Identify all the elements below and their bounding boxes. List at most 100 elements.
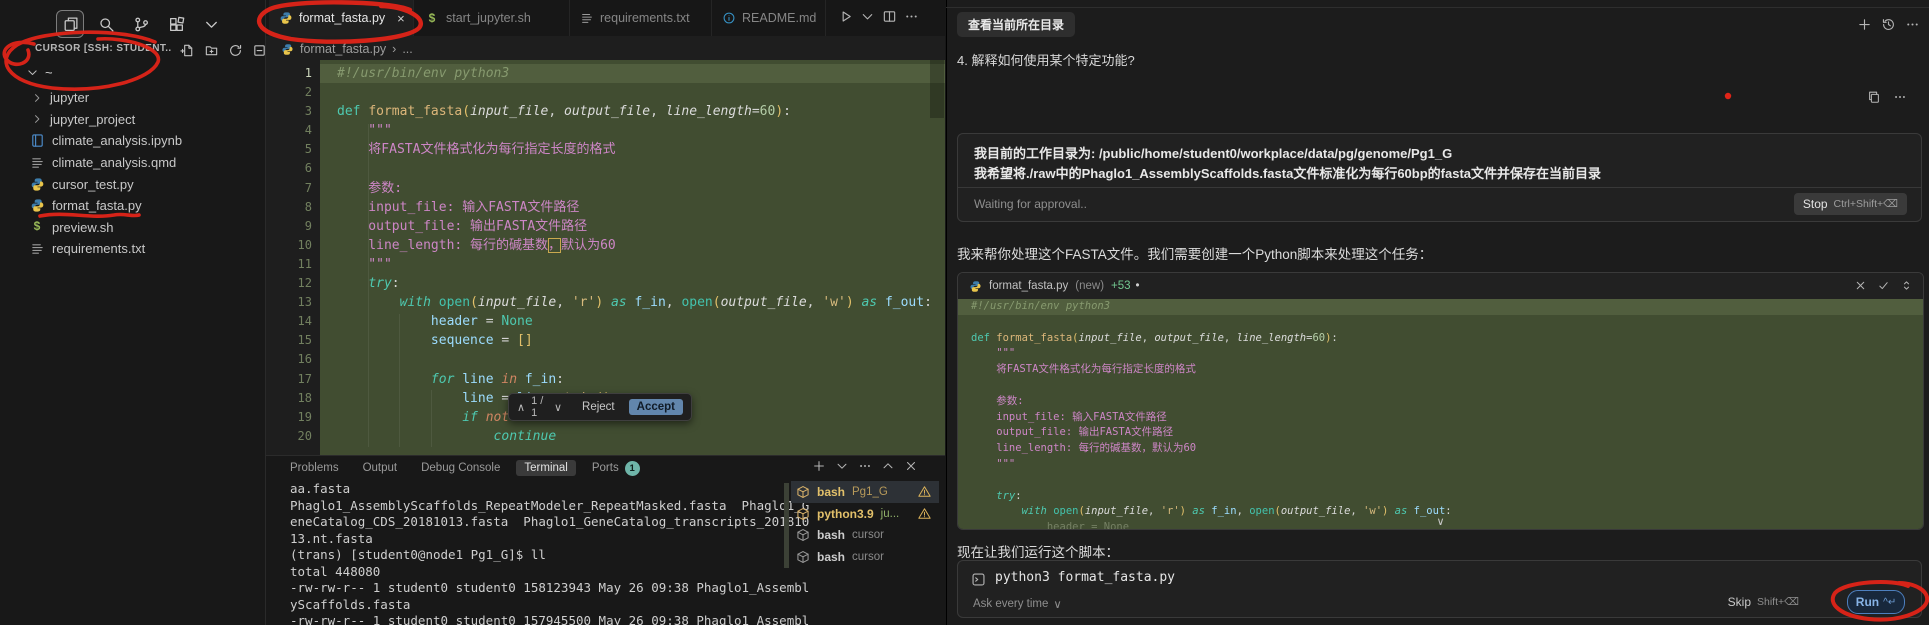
terminal-scrollbar[interactable] <box>784 483 789 568</box>
notebook-icon <box>29 133 45 149</box>
code-line: 将FASTA文件格式化为每行指定长度的格式 <box>971 362 1452 378</box>
chevron-down-icon[interactable] <box>198 11 224 37</box>
terminal-session-bash[interactable]: bashcursor <box>791 546 939 568</box>
close-icon[interactable]: × <box>397 11 405 26</box>
sidebar-item-climate_analysis.qmd[interactable]: climate_analysis.qmd <box>0 152 265 174</box>
sidebar-item-jupyter[interactable]: jupyter <box>0 87 265 109</box>
diff-nav-down-icon[interactable]: ∨ <box>554 401 562 414</box>
chevron-up-icon[interactable] <box>881 459 895 473</box>
session-name: bash <box>817 528 845 542</box>
diff-nav-up-icon[interactable]: ∧ <box>517 401 525 414</box>
ask-every-time-dropdown[interactable]: Ask every time ∨ <box>973 597 1062 611</box>
code-line: line_length: 每行的碱基数，默认为60 <box>971 441 1452 457</box>
editor-code[interactable]: #!/usr/bin/env python3def format_fasta(i… <box>337 64 932 446</box>
new-folder-icon[interactable] <box>203 42 219 58</box>
updown-icon[interactable] <box>1900 279 1913 292</box>
code-line: #!/usr/bin/env python3 <box>337 64 932 83</box>
check-icon[interactable] <box>1877 279 1890 292</box>
inline-diff-popup: ∧ 1 / 1 ∨ Reject Accept <box>508 393 692 421</box>
tab-label: start_jupyter.sh <box>446 11 531 25</box>
breadcrumb-more: ... <box>402 42 412 56</box>
source-control-icon[interactable] <box>128 11 154 37</box>
assistant-intro-text: 我来帮你处理这个FASTA文件。我们需要创建一个Python脚本来处理这个任务： <box>957 243 1432 263</box>
code-line <box>971 378 1452 394</box>
command-box: python3 format_fasta.py Ask every time ∨… <box>957 560 1922 618</box>
code-card-collapse-icon[interactable]: ∨ <box>1436 515 1444 528</box>
plus-icon[interactable] <box>812 459 826 473</box>
session-name: bash <box>817 485 845 499</box>
search-icon[interactable] <box>93 11 119 37</box>
code-line: sequence = [] <box>337 331 932 350</box>
line-number: 19 <box>265 408 312 427</box>
line-number: 4 <box>265 121 312 140</box>
copy-icon[interactable] <box>1867 90 1881 104</box>
sidebar-item-format_fasta.py[interactable]: format_fasta.py <box>0 195 265 217</box>
more-icon[interactable] <box>1905 17 1920 32</box>
close-icon[interactable] <box>1854 279 1867 292</box>
file-label: format_fasta.py <box>52 198 142 213</box>
files-icon[interactable] <box>56 10 84 38</box>
panel-tab-Debug Console[interactable]: Debug Console <box>421 462 500 474</box>
accept-button[interactable]: Accept <box>629 399 683 415</box>
terminal-cube-icon <box>796 528 810 542</box>
chevron-down-icon[interactable] <box>860 9 875 24</box>
close-icon[interactable] <box>904 459 918 473</box>
new-file-icon[interactable] <box>179 42 195 58</box>
code-line <box>337 350 932 369</box>
sidebar-item-climate_analysis.ipynb[interactable]: climate_analysis.ipynb <box>0 130 265 152</box>
file-label: jupyter_project <box>50 112 135 127</box>
more-icon[interactable] <box>1893 90 1907 104</box>
extensions-icon[interactable] <box>163 11 189 37</box>
tab-label: README.md <box>742 11 816 25</box>
reject-button[interactable]: Reject <box>582 401 615 413</box>
refresh-icon[interactable] <box>227 42 243 58</box>
explorer-root-label: ~ <box>45 65 53 80</box>
sidebar-item-jupyter_project[interactable]: jupyter_project <box>0 109 265 131</box>
tab-start_jupyter.sh[interactable]: $start_jupyter.sh <box>414 0 570 36</box>
chevron-down-icon[interactable] <box>835 459 849 473</box>
panel-tab-Output[interactable]: Output <box>363 462 398 474</box>
run-button[interactable]: Run ^↵ <box>1847 590 1905 614</box>
code-line: 参数: <box>971 394 1452 410</box>
code-line: continue <box>337 427 932 446</box>
panel-tab-Terminal[interactable]: Terminal <box>516 460 575 476</box>
diff-counter: 1 / 1 <box>531 395 548 419</box>
tab-README.md[interactable]: README.md <box>712 0 826 36</box>
sidebar-item-requirements.txt[interactable]: requirements.txt <box>0 238 265 260</box>
more-icon[interactable] <box>904 9 919 24</box>
code-diff-card: format_fasta.py (new) +53 • #!/usr/bin/e… <box>957 272 1924 530</box>
explorer-root[interactable]: ~ <box>0 61 265 83</box>
stop-button[interactable]: Stop Ctrl+Shift+⌫ <box>1794 193 1907 215</box>
split-icon[interactable] <box>882 9 897 24</box>
plus-icon[interactable] <box>1857 17 1872 32</box>
chat-message-actions <box>1867 90 1907 104</box>
panel-tab-Ports[interactable]: Ports1 <box>592 461 640 476</box>
code-line: try: <box>971 489 1452 505</box>
terminal-session-python3.9[interactable]: python3.9ju... <box>791 503 939 525</box>
more-icon[interactable] <box>858 459 872 473</box>
editor-scrollbar[interactable] <box>930 60 944 118</box>
line-number: 9 <box>265 217 312 236</box>
line-number: 17 <box>265 370 312 389</box>
terminal-session-bash[interactable]: bash Pg1_G <box>791 481 939 503</box>
line-number: 6 <box>265 159 312 178</box>
run-icon[interactable] <box>838 9 853 24</box>
session-detail: Pg1_G <box>852 486 888 498</box>
terminal-session-bash[interactable]: bashcursor <box>791 525 939 547</box>
breadcrumb-separator: › <box>392 42 396 56</box>
skip-button[interactable]: Skip Shift+⌫ <box>1728 595 1799 609</box>
sidebar-item-cursor_test.py[interactable]: cursor_test.py <box>0 173 265 195</box>
chat-title-chip[interactable]: 查看当前所在目录 <box>957 12 1075 37</box>
tab-requirements.txt[interactable]: requirements.txt <box>570 0 712 36</box>
tab-format_fasta.py[interactable]: format_fasta.py× <box>269 0 414 36</box>
terminal-output[interactable]: aa.fastaPhaglo1_AssemblyScaffolds_Repeat… <box>290 481 809 625</box>
line-number: 11 <box>265 255 312 274</box>
breadcrumb[interactable]: format_fasta.py › ... <box>281 42 413 56</box>
sidebar-item-preview.sh[interactable]: $preview.sh <box>0 217 265 239</box>
panel-tab-Problems[interactable]: Problems <box>290 462 339 474</box>
line-number: 12 <box>265 274 312 293</box>
code-line <box>337 83 932 102</box>
history-icon[interactable] <box>1881 17 1896 32</box>
python-icon <box>969 280 982 293</box>
session-detail: ju... <box>881 508 900 520</box>
